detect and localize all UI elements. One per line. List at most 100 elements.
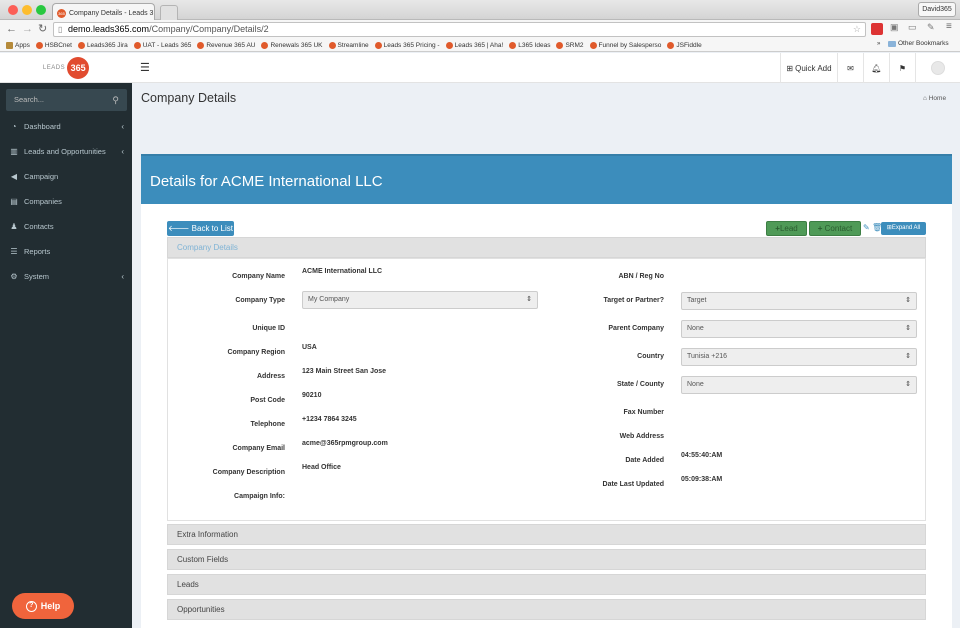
quick-add-button[interactable]: ⊞ Quick Add <box>780 53 837 83</box>
expand-all-button[interactable]: ⊞Expand All <box>881 222 926 235</box>
sidebar-item-label: Reports <box>24 247 51 256</box>
bookmark-item[interactable]: SRM2 <box>556 41 584 49</box>
sidebar-item-campaign[interactable]: ◀ Campaign <box>0 164 132 189</box>
breadcrumb[interactable]: ⌂ Home <box>923 95 946 102</box>
country-label: Country <box>637 353 664 360</box>
sidebar-search-input[interactable]: Search... ⚲ <box>6 89 127 111</box>
bookmark-item[interactable]: HSBCnet <box>35 41 72 49</box>
bookmark-item[interactable]: Leads 365 | Aha! <box>445 41 503 49</box>
help-button[interactable]: ? Help <box>12 593 74 619</box>
bookmark-item[interactable]: Leads 365 Pricing - <box>374 41 440 49</box>
new-tab-button[interactable] <box>160 5 178 20</box>
section-extra-information[interactable]: Extra Information <box>167 524 926 545</box>
bookmark-favicon-icon <box>445 41 453 49</box>
bar-chart-icon: ▥ <box>10 147 18 156</box>
list-icon: ☰ <box>10 247 18 256</box>
company-region-label: Company Region <box>227 349 285 356</box>
user-avatar[interactable] <box>915 53 960 83</box>
section-custom-fields[interactable]: Custom Fields <box>167 549 926 570</box>
bookmark-item[interactable]: JSFiddle <box>667 41 702 49</box>
extension-icon[interactable] <box>871 23 883 35</box>
bookmark-item[interactable]: Streamline <box>328 41 369 49</box>
unique-id-label: Unique ID <box>252 325 285 332</box>
abn-reg-no-label: ABN / Reg No <box>618 273 665 280</box>
cast-icon[interactable]: ▭ <box>908 22 917 33</box>
search-icon[interactable]: ⚲ <box>112 89 119 111</box>
tool-icon[interactable]: ✎ <box>927 22 935 33</box>
bookmark-item[interactable]: L365 Ideas <box>509 41 550 49</box>
telephone-label: Telephone <box>250 421 285 428</box>
bookmarks-bar: Apps HSBCnet Leads365 Jira UAT - Leads 365 R… <box>0 39 960 52</box>
sidebar-item-label: System <box>24 272 50 281</box>
state-county-label: State / County <box>616 381 664 388</box>
bookmark-item[interactable]: Apps <box>6 41 30 49</box>
app-logo[interactable]: LEADS 365 <box>0 53 132 83</box>
company-type-select[interactable]: My Company ⇕ <box>302 291 538 309</box>
avatar-icon <box>931 61 945 75</box>
bookmark-item[interactable]: Revenue 365 AU <box>197 41 255 49</box>
company-region-value: USA <box>302 344 317 351</box>
company-email-value: acme@365rpmgroup.com <box>302 440 388 447</box>
date-last-updated-label: Date Last Updated <box>602 481 664 488</box>
bookmark-favicon-icon <box>77 41 85 49</box>
bookmark-item[interactable]: Renewals 365 UK <box>261 41 323 49</box>
company-details-panel-header[interactable]: Company Details <box>167 237 926 258</box>
add-lead-button[interactable]: +Lead <box>766 221 807 236</box>
favicon-icon: 365 <box>57 9 66 18</box>
bookmark-favicon-icon <box>197 41 205 49</box>
browser-menu-icon[interactable]: ≡ <box>946 21 952 32</box>
back-to-list-button[interactable]: 🡐 Back to List <box>167 221 234 236</box>
bookmark-item[interactable]: UAT - Leads 365 <box>133 41 191 49</box>
minimize-window-icon[interactable] <box>22 5 32 15</box>
company-name-label: Company Name <box>232 273 285 280</box>
bookmark-favicon-icon <box>261 41 269 49</box>
country-select[interactable]: Tunisia +216 ⇕ <box>681 348 917 366</box>
date-last-updated-value: 05:09:38:AM <box>681 476 723 483</box>
state-county-select[interactable]: None ⇕ <box>681 376 917 394</box>
question-icon: ? <box>25 600 37 612</box>
star-icon[interactable]: ☆ <box>853 23 861 36</box>
add-contact-button[interactable]: + Contact <box>809 221 861 236</box>
extension-icon[interactable]: ▣ <box>890 22 899 33</box>
chevron-left-icon: ‹ <box>121 122 124 131</box>
bookmark-item[interactable]: Funnel by Salesperso <box>589 41 661 49</box>
sidebar-item-companies[interactable]: ▤ Companies <box>0 189 132 214</box>
bell-icon[interactable]: 🔔︎ <box>863 53 889 83</box>
sidebar-item-label: Leads and Opportunities <box>24 147 106 156</box>
sidebar-item-label: Companies <box>24 197 62 206</box>
browser-user-button[interactable]: David365 <box>918 2 956 17</box>
bookmark-favicon-icon <box>667 41 675 49</box>
reload-icon[interactable]: ↻ <box>38 22 47 36</box>
url-field[interactable]: ▯ demo.leads365.com/Company/Company/Deta… <box>53 22 866 37</box>
company-name-value: ACME International LLC <box>302 268 383 275</box>
section-opportunities[interactable]: Opportunities <box>167 599 926 620</box>
date-added-value: 04:55:40:AM <box>681 452 723 459</box>
sidebar: Search... ⚲ ◔ Dashboard ‹ ▥ Leads and Opport… <box>0 83 132 628</box>
campaign-info-label: Campaign Info: <box>234 493 285 500</box>
arrow-left-icon: 🡐 <box>167 224 190 233</box>
sidebar-item-reports[interactable]: ☰ Reports <box>0 239 132 264</box>
edit-icon[interactable]: ✎ <box>863 223 870 232</box>
bookmark-item[interactable]: Leads365 Jira <box>77 41 128 49</box>
sidebar-item-contacts[interactable]: ♟ Contacts <box>0 214 132 239</box>
sidebar-item-leads-and-opportunities[interactable]: ▥ Leads and Opportunities ‹ <box>0 139 132 164</box>
select-arrows-icon: ⇕ <box>905 381 911 388</box>
browser-tab[interactable]: 365 Company Details - Leads 3 × <box>52 3 155 20</box>
plus-square-icon: ⊞ <box>786 63 794 73</box>
bookmark-overflow-icon[interactable]: » <box>877 41 880 47</box>
flag-icon[interactable]: ⚑ <box>889 53 915 83</box>
maximize-window-icon[interactable] <box>36 5 46 15</box>
back-arrow-icon[interactable]: ← <box>6 22 17 36</box>
sidebar-item-system[interactable]: ⚙ System ‹ <box>0 264 132 289</box>
sidebar-item-dashboard[interactable]: ◔ Dashboard ‹ <box>0 114 132 139</box>
forward-arrow-icon[interactable]: → <box>22 22 33 36</box>
close-window-icon[interactable] <box>8 5 18 15</box>
other-bookmarks[interactable]: Other Bookmarks <box>888 40 949 47</box>
target-or-partner-select[interactable]: Target ⇕ <box>681 292 917 310</box>
url-path: /Company/Company/Details/2 <box>149 24 269 34</box>
mail-icon[interactable]: ✉ <box>837 53 863 83</box>
bookmark-favicon-icon <box>328 41 336 49</box>
parent-company-select[interactable]: None ⇕ <box>681 320 917 338</box>
section-leads[interactable]: Leads <box>167 574 926 595</box>
hamburger-menu-icon[interactable]: ☰ <box>140 61 150 74</box>
